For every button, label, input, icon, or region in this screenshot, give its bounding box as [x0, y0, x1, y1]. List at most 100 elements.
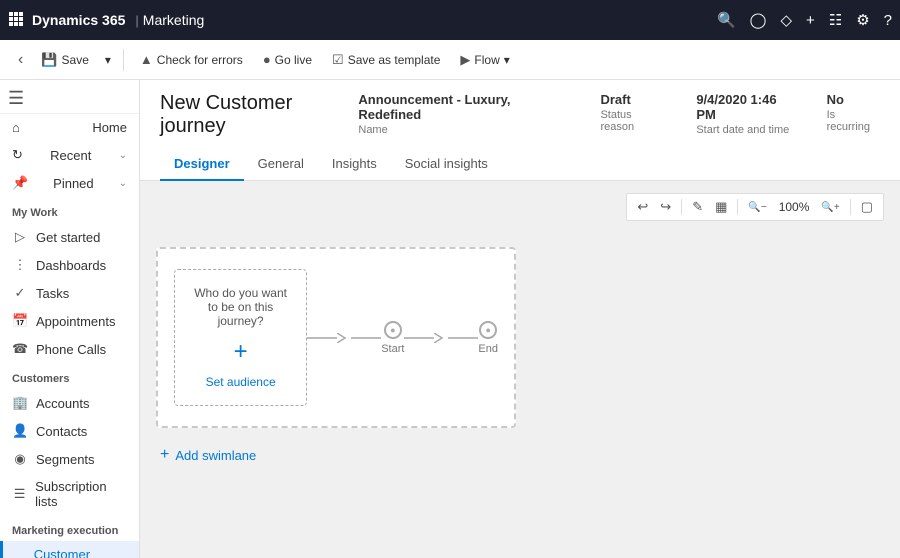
screenshot-button[interactable]: ▢	[857, 197, 877, 217]
pinned-chevron-icon: ⌄	[119, 178, 127, 189]
sidebar-item-contacts[interactable]: 👤 Contacts	[0, 417, 139, 445]
tab-social-insights[interactable]: Social insights	[391, 148, 502, 181]
go-live-label: Go live	[275, 53, 312, 67]
sidebar-item-dashboards[interactable]: ⋮ Dashboards	[0, 251, 139, 279]
redo-button[interactable]: ↪	[656, 197, 675, 217]
globe-icon[interactable]: ◯	[750, 11, 767, 29]
tab-designer[interactable]: Designer	[160, 148, 244, 181]
recent-icon: ↻	[12, 147, 23, 163]
save-button[interactable]: 💾 Save	[33, 48, 97, 72]
zoom-in-button[interactable]: 🔍+	[817, 200, 843, 215]
edit-button[interactable]: ✎	[688, 197, 707, 217]
back-button[interactable]: ‹	[12, 47, 29, 73]
nav-divider: |	[135, 13, 138, 28]
add-icon[interactable]: +	[806, 12, 815, 29]
app-name: Dynamics 365	[32, 12, 125, 28]
sidebar-item-subscription-lists[interactable]: ☰ Subscription lists	[0, 473, 139, 515]
save-as-template-button[interactable]: ☑ Save as template	[324, 48, 448, 72]
start-label: Start	[381, 343, 404, 355]
meta-status-label: Status reason	[600, 109, 666, 133]
save-icon: 💾	[41, 52, 57, 68]
accounts-icon: 🏢	[12, 395, 28, 411]
tab-general-label: General	[258, 156, 304, 171]
go-live-button[interactable]: ● Go live	[255, 48, 320, 71]
tasks-label: Tasks	[36, 286, 69, 301]
tab-insights[interactable]: Insights	[318, 148, 391, 181]
appointments-label: Appointments	[36, 314, 116, 329]
content-area: New Customer journey Announcement - Luxu…	[140, 80, 900, 558]
tabs: Designer General Insights Social insight…	[160, 148, 880, 180]
grid-icon[interactable]: ​	[8, 11, 24, 30]
flow-icon: ▶	[460, 52, 470, 68]
zoom-out-button[interactable]: 🔍−	[744, 200, 770, 215]
set-audience-plus-button[interactable]: +	[229, 338, 253, 366]
sidebar-item-phone-calls[interactable]: ☎ Phone Calls	[0, 335, 139, 363]
save-label: Save	[62, 53, 89, 67]
location-icon[interactable]: ◇	[780, 11, 792, 29]
flow-button[interactable]: ▶ Flow ▾	[452, 48, 517, 72]
search-icon[interactable]: 🔍	[717, 11, 736, 29]
sidebar-recent[interactable]: ↻ Recent ⌄	[0, 141, 139, 169]
meta-date-label: Start date and time	[696, 124, 796, 136]
connector-end	[404, 333, 478, 343]
meta-name-label: Name	[358, 124, 570, 136]
sidebar-pinned[interactable]: 📌 Pinned ⌄	[0, 169, 139, 197]
meta-recurring-value: No	[827, 92, 880, 107]
set-audience-link[interactable]: Set audience	[206, 375, 276, 389]
appointments-icon: 📅	[12, 313, 28, 329]
flow-chevron-icon: ▾	[504, 53, 510, 67]
pinned-label: Pinned	[53, 176, 93, 191]
sidebar-item-segments[interactable]: ◉ Segments	[0, 445, 139, 473]
end-circle: ●	[479, 321, 497, 339]
meta-date: 9/4/2020 1:46 PM Start date and time	[696, 92, 796, 136]
save-dropdown-button[interactable]: ▾	[101, 49, 115, 71]
sidebar-item-tasks[interactable]: ✓ Tasks	[0, 279, 139, 307]
get-started-icon: ▷	[12, 229, 28, 245]
tab-designer-label: Designer	[174, 156, 230, 171]
my-work-section: My Work	[0, 197, 139, 223]
toolbar-separator-1	[123, 49, 124, 71]
flow-label: Flow	[474, 53, 499, 67]
dashboards-label: Dashboards	[36, 258, 106, 273]
designer-toolbar: ↩ ↪ ✎ ▦ 🔍− 100% 🔍+ ▢	[626, 193, 884, 221]
subscription-lists-label: Subscription lists	[35, 479, 127, 509]
tasks-icon: ✓	[12, 285, 28, 301]
page-header: New Customer journey Announcement - Luxu…	[140, 80, 900, 181]
sidebar-item-accounts[interactable]: 🏢 Accounts	[0, 389, 139, 417]
journey-canvas: Who do you want to be on this journey? +…	[156, 247, 884, 470]
customer-journeys-label: Customer journeys	[34, 547, 127, 558]
grid-view-button[interactable]: ▦	[711, 197, 731, 217]
sidebar-item-get-started[interactable]: ▷ Get started	[0, 223, 139, 251]
sidebar-toggle[interactable]: ☰	[0, 80, 139, 114]
save-chevron-icon: ▾	[105, 53, 111, 67]
contacts-label: Contacts	[36, 424, 87, 439]
sidebar: ☰ ⌂ Home ↻ Recent ⌄ 📌 Pinned ⌄ My Work ▷…	[0, 80, 140, 558]
filter-icon[interactable]: ☷	[829, 11, 842, 29]
sidebar-item-appointments[interactable]: 📅 Appointments	[0, 307, 139, 335]
tab-general[interactable]: General	[244, 148, 318, 181]
check-errors-button[interactable]: ▲ Check for errors	[132, 48, 251, 71]
sidebar-item-customer-journeys[interactable]: ↩ Customer journeys	[0, 541, 139, 558]
undo-button[interactable]: ↩	[633, 197, 652, 217]
settings-icon[interactable]: ⚙	[856, 11, 869, 29]
meta-name: Announcement - Luxury, Redefined Name	[358, 92, 570, 136]
arrow-1	[337, 333, 351, 343]
sidebar-home[interactable]: ⌂ Home	[0, 114, 139, 141]
arrow-2	[434, 333, 448, 343]
contacts-icon: 👤	[12, 423, 28, 439]
help-icon[interactable]: ?	[884, 12, 892, 29]
meta-status-value: Draft	[600, 92, 666, 107]
get-started-label: Get started	[36, 230, 100, 245]
add-swimlane-button[interactable]: + Add swimlane	[156, 440, 260, 470]
hamburger-icon: ☰	[8, 88, 24, 109]
phone-icon: ☎	[12, 341, 28, 357]
meta-date-value: 9/4/2020 1:46 PM	[696, 92, 796, 122]
start-circle: ●	[384, 321, 402, 339]
customers-section: Customers	[0, 363, 139, 389]
command-toolbar: ‹ 💾 Save ▾ ▲ Check for errors ● Go live …	[0, 40, 900, 80]
phone-calls-label: Phone Calls	[36, 342, 106, 357]
go-live-icon: ●	[263, 52, 271, 67]
arrow-line-2	[351, 337, 381, 339]
arrow-line-4	[448, 337, 478, 339]
home-label: Home	[92, 120, 127, 135]
